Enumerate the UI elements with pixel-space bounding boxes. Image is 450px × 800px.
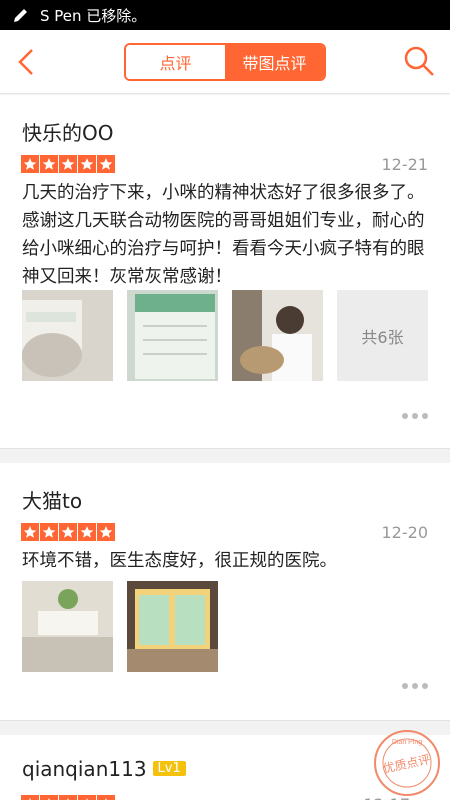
- back-arrow-icon[interactable]: [12, 46, 44, 78]
- review-feed: 快乐的OO 12-21 几天的治疗下来，小咪的精神状态好了很多很多了。感谢这几天…: [0, 95, 450, 800]
- pen-icon: [14, 9, 27, 22]
- more-options-icon[interactable]: [402, 413, 428, 419]
- star-icon: [21, 523, 39, 541]
- star-icon: [59, 795, 77, 800]
- star-rating: [21, 795, 115, 800]
- review-date: 12-20: [381, 523, 429, 542]
- status-bar: S Pen 已移除。: [0, 0, 450, 30]
- nav-bar: 点评 带图点评: [0, 30, 450, 94]
- star-rating: [21, 155, 115, 173]
- divider: [0, 449, 450, 463]
- star-icon: [78, 523, 96, 541]
- review-text: 几天的治疗下来，小咪的精神状态好了很多很多了。感谢这几天联合动物医院的哥哥姐姐们…: [22, 183, 425, 287]
- review-card[interactable]: 快乐的OO 12-21 几天的治疗下来，小咪的精神状态好了很多很多了。感谢这几天…: [0, 95, 450, 449]
- review-date: 12-21: [381, 155, 429, 174]
- review-photo[interactable]: [127, 290, 218, 381]
- status-text: S Pen 已移除。: [40, 6, 147, 25]
- review-tabs: 点评 带图点评: [124, 43, 326, 81]
- star-icon: [78, 795, 96, 800]
- star-icon: [40, 155, 58, 173]
- more-options-icon[interactable]: [402, 683, 428, 689]
- review-card[interactable]: 大猫to 12-20 环境不错，医生态度好，很正规的医院。: [0, 463, 450, 721]
- quality-review-seal: Dian Ping 优质点评: [374, 730, 440, 796]
- tab-with-photos[interactable]: 带图点评: [225, 45, 324, 79]
- search-icon[interactable]: [402, 44, 436, 78]
- photo-strip: [22, 581, 218, 672]
- star-icon: [40, 795, 58, 800]
- star-icon: [78, 155, 96, 173]
- review-user[interactable]: 大猫to: [22, 485, 82, 514]
- star-icon: [21, 795, 39, 800]
- tab-reviews[interactable]: 点评: [126, 45, 225, 79]
- photo-strip: 共6张: [22, 290, 428, 381]
- star-icon: [59, 155, 77, 173]
- level-badge: Lv1: [152, 761, 186, 776]
- star-icon: [97, 155, 115, 173]
- star-rating: [21, 523, 115, 541]
- review-text: 环境不错，医生态度好，很正规的医院。: [22, 551, 337, 571]
- svg-text:Dian Ping: Dian Ping: [392, 739, 422, 746]
- svg-text:优质点评: 优质点评: [382, 752, 432, 776]
- review-photo[interactable]: [127, 581, 218, 672]
- review-user[interactable]: 快乐的OO: [22, 117, 113, 146]
- star-icon: [40, 523, 58, 541]
- star-icon: [21, 155, 39, 173]
- review-photo[interactable]: [232, 290, 323, 381]
- star-icon: [59, 523, 77, 541]
- more-photos-count[interactable]: 共6张: [337, 290, 428, 381]
- star-icon: [97, 795, 115, 800]
- review-user[interactable]: qianqian113 Lv1: [22, 757, 186, 781]
- review-photo[interactable]: [22, 290, 113, 381]
- review-user-name: qianqian113: [22, 757, 147, 781]
- star-icon: [97, 523, 115, 541]
- review-photo[interactable]: [22, 581, 113, 672]
